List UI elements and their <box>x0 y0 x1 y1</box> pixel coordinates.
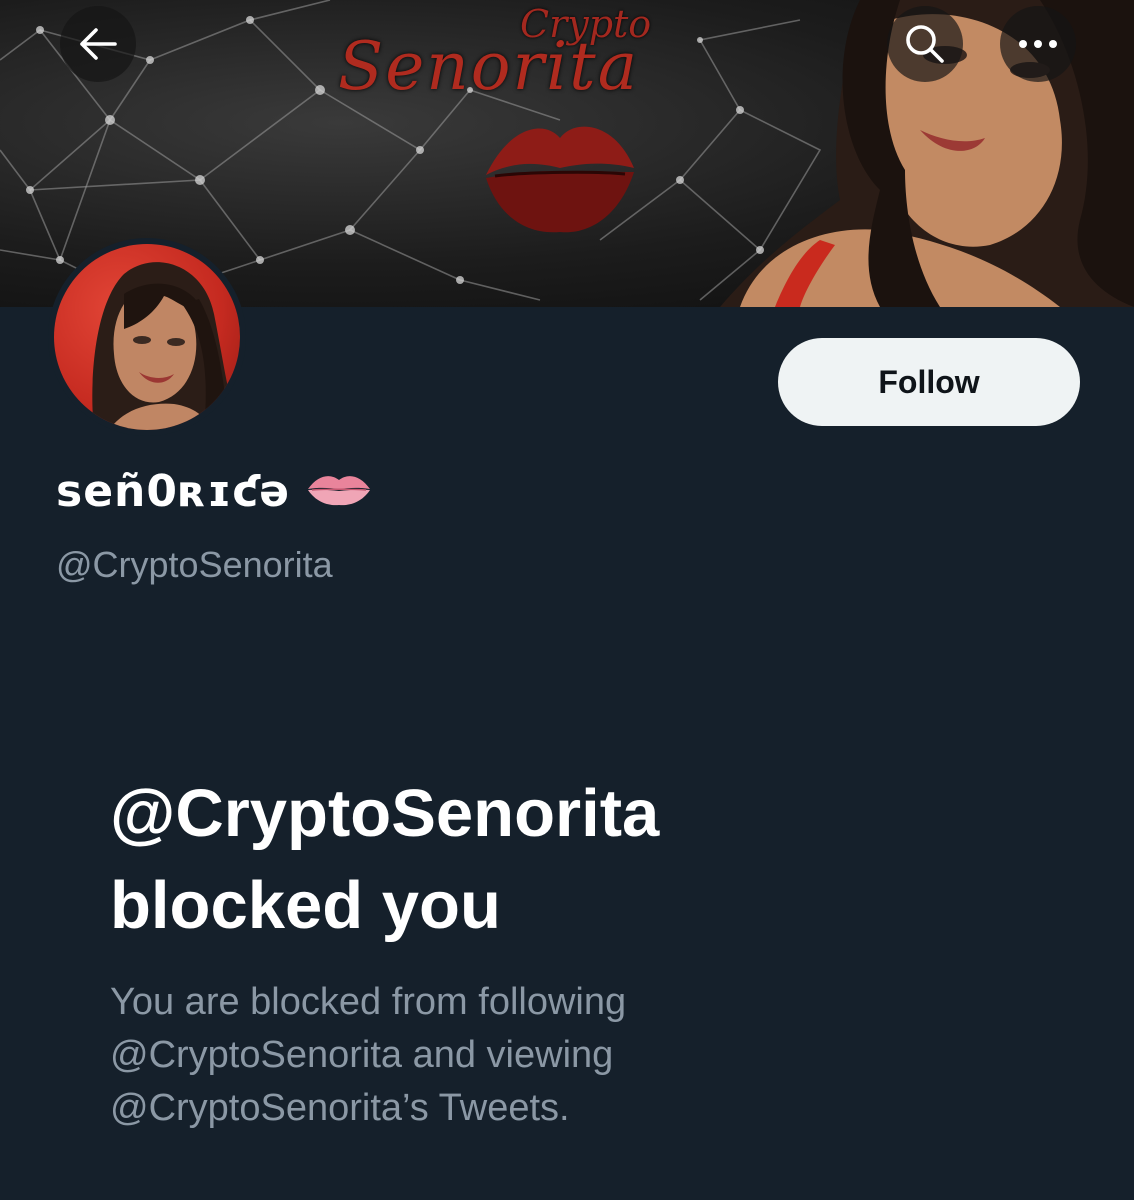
blocked-title-line: blocked you <box>110 868 501 943</box>
search-icon <box>906 25 944 63</box>
blocked-description-line: You are blocked from following <box>110 981 627 1023</box>
blocked-description: You are blocked from following @CryptoSe… <box>110 976 1010 1135</box>
profile-avatar[interactable] <box>48 238 246 436</box>
display-name-text: ѕеñ0ʀɪƈǝ <box>56 466 291 517</box>
avatar-image <box>54 244 240 430</box>
lips-icon <box>306 471 372 512</box>
profile-page: Crypto Senorita Follow ѕеñ0ʀɪƈǝ @CryptoS… <box>0 0 1134 1200</box>
profile-handle: @CryptoSenorita <box>56 544 333 585</box>
blocked-title: @CryptoSenorita blocked you <box>110 768 1010 952</box>
blocked-description-line: @CryptoSenorita and viewing <box>110 1034 614 1076</box>
follow-button[interactable]: Follow <box>778 338 1080 426</box>
back-button[interactable] <box>60 6 136 82</box>
profile-display-name: ѕеñ0ʀɪƈǝ <box>56 466 372 517</box>
blocked-title-line: @CryptoSenorita <box>110 776 660 851</box>
banner-lips <box>486 126 634 233</box>
blocked-description-line: @CryptoSenorita’s Tweets. <box>110 1087 570 1129</box>
arrow-left-icon <box>80 28 117 60</box>
search-button[interactable] <box>887 6 963 82</box>
more-horizontal-icon <box>1019 40 1057 48</box>
more-options-button[interactable] <box>1000 6 1076 82</box>
